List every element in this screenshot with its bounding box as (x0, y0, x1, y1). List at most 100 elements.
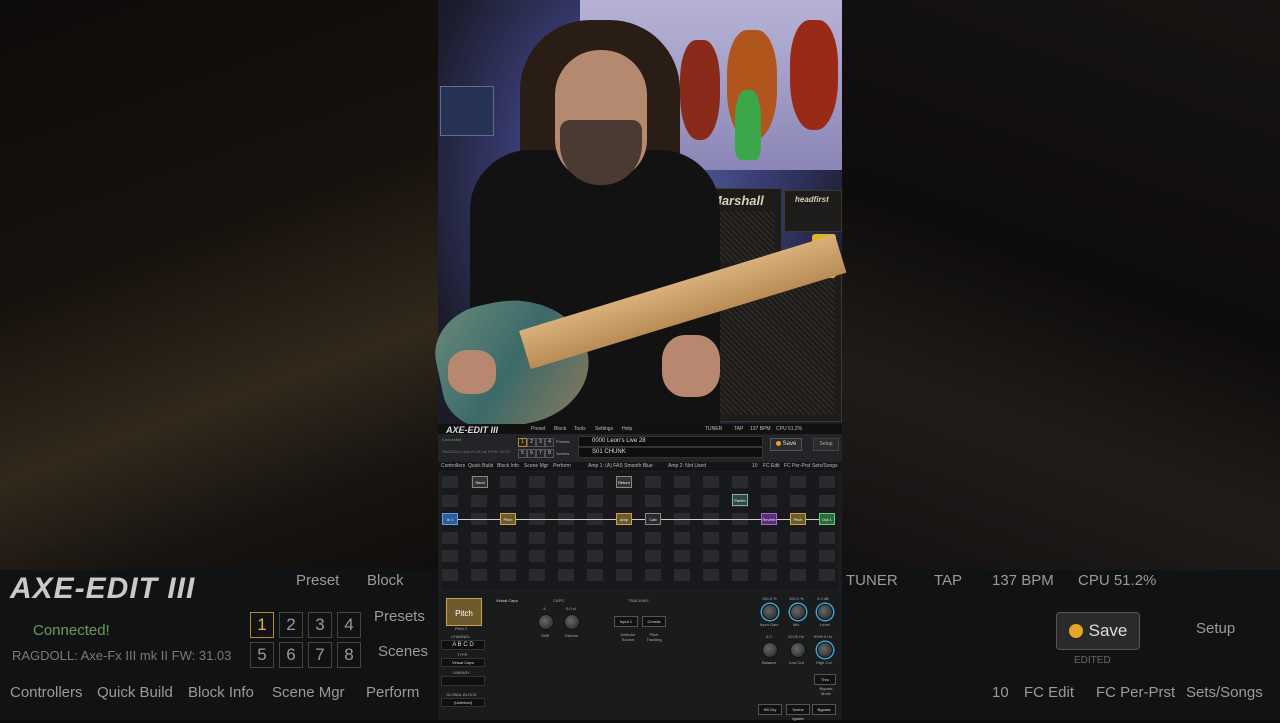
grid-slot[interactable] (529, 476, 545, 488)
grid-slot[interactable] (442, 568, 458, 581)
detector-source-select[interactable]: Input 1 (614, 616, 638, 627)
bypass-mode-select[interactable]: Thru (814, 674, 836, 685)
grid-slot[interactable] (500, 531, 516, 544)
grid-slot[interactable] (732, 550, 748, 562)
bypass-button[interactable]: Bypass (812, 704, 836, 715)
preset-slot-7[interactable]: 7 (536, 449, 545, 458)
preset-name-field[interactable]: 0000 Leon's Live 28 (578, 436, 763, 447)
grid-slot[interactable] (703, 568, 719, 581)
routing-grid[interactable]: In 1 Send Pitch Return Amp Cab Parllm Re… (442, 472, 838, 590)
grid-slot[interactable] (558, 550, 574, 562)
shift-knob[interactable] (538, 614, 554, 630)
block-cab[interactable]: Cab (645, 513, 661, 525)
grid-slot[interactable] (645, 550, 661, 562)
grid-slot[interactable] (790, 531, 806, 544)
grid-slot[interactable] (529, 568, 545, 581)
block-pitch[interactable]: Pitch (500, 513, 516, 525)
tab-block-info[interactable]: Block Info (497, 463, 519, 469)
right-tab-sets-songs[interactable]: Sets/Songs (812, 463, 838, 469)
grid-slot[interactable] (703, 550, 719, 562)
grid-slot[interactable] (645, 494, 661, 507)
menu-settings[interactable]: Settings (595, 426, 613, 432)
grid-slot[interactable] (790, 476, 806, 488)
global-value[interactable]: (Unlinked) (441, 698, 485, 707)
grid-slot[interactable] (674, 550, 690, 562)
grid-slot[interactable] (558, 531, 574, 544)
channel-selector[interactable]: A B C D (441, 640, 485, 650)
grid-slot[interactable] (819, 494, 835, 507)
save-button[interactable]: Save (770, 438, 802, 451)
grid-slot[interactable] (703, 476, 719, 488)
preset-slot-5[interactable]: 5 (518, 449, 527, 458)
detune-knob[interactable] (564, 614, 580, 630)
grid-slot[interactable] (587, 531, 603, 544)
grid-slot[interactable] (790, 494, 806, 507)
tab-quick-build[interactable]: Quick Build (468, 463, 493, 469)
grid-slot[interactable] (471, 568, 487, 581)
block-send[interactable]: Send (472, 476, 488, 488)
grid-slot[interactable] (761, 531, 777, 544)
grid-slot[interactable] (703, 494, 719, 507)
grid-slot[interactable] (790, 550, 806, 562)
grid-slot[interactable] (558, 494, 574, 507)
block-parallel[interactable]: Parllm (732, 494, 748, 506)
grid-slot[interactable] (558, 476, 574, 488)
grid-slot[interactable] (645, 531, 661, 544)
scene-ignore-button[interactable]: Scene Ignore (786, 704, 810, 721)
grid-slot[interactable] (500, 494, 516, 507)
status-tap[interactable]: TAP (734, 426, 743, 432)
grid-slot[interactable] (732, 568, 748, 581)
grid-slot[interactable] (587, 550, 603, 562)
grid-slot[interactable] (761, 476, 777, 488)
grid-slot[interactable] (442, 476, 458, 488)
status-tuner[interactable]: TUNER (705, 426, 722, 432)
presets-label[interactable]: Presets (556, 439, 570, 444)
grid-slot[interactable] (761, 550, 777, 562)
right-tab-fc-edit[interactable]: FC Edit (763, 463, 780, 469)
grid-slot[interactable] (500, 476, 516, 488)
grid-slot[interactable] (674, 494, 690, 507)
grid-slot[interactable] (442, 531, 458, 544)
pitch-tile[interactable]: Pitch (446, 598, 482, 626)
grid-slot[interactable] (645, 568, 661, 581)
grid-slot[interactable] (761, 494, 777, 507)
setup-button[interactable]: Setup (813, 438, 839, 451)
block-out1[interactable]: Out 1 (819, 513, 835, 525)
grid-slot[interactable] (761, 568, 777, 581)
grid-slot[interactable] (674, 476, 690, 488)
grid-slot[interactable] (558, 568, 574, 581)
grid-slot[interactable] (500, 550, 516, 562)
type-value[interactable]: Virtual Capo (441, 658, 485, 667)
grid-slot[interactable] (587, 494, 603, 507)
grid-slot[interactable] (529, 550, 545, 562)
grid-slot[interactable] (529, 494, 545, 507)
grid-slot[interactable] (442, 550, 458, 562)
preset-slot-3[interactable]: 3 (536, 438, 545, 447)
block-pitch-2[interactable]: Pitch (790, 513, 806, 525)
preset-slot-1[interactable]: 1 (518, 438, 527, 447)
grid-slot[interactable] (819, 476, 835, 488)
block-reverb[interactable]: Reverb (761, 513, 777, 525)
grid-slot[interactable] (645, 476, 661, 488)
grid-slot[interactable] (616, 494, 632, 507)
menu-block[interactable]: Block (554, 426, 566, 432)
grid-slot[interactable] (819, 550, 835, 562)
pitch-tracking-select[interactable]: Chords (642, 616, 666, 627)
grid-slot[interactable] (500, 568, 516, 581)
grid-slot[interactable] (587, 476, 603, 488)
preset-slot-2[interactable]: 2 (527, 438, 536, 447)
menu-tools[interactable]: Tools (574, 426, 586, 432)
low-cut-knob[interactable] (790, 642, 806, 658)
grid-slot[interactable] (674, 531, 690, 544)
grid-slot[interactable] (529, 531, 545, 544)
block-return[interactable]: Return (616, 476, 632, 488)
tab-scene-mgr[interactable]: Scene Mgr (524, 463, 548, 469)
grid-slot[interactable] (790, 568, 806, 581)
right-tab-10[interactable]: 10 (752, 463, 758, 469)
scenes-label[interactable]: Scenes (556, 451, 569, 456)
grid-slot[interactable] (703, 531, 719, 544)
tab-perform[interactable]: Perform (553, 463, 571, 469)
scene-name-field[interactable]: S01 CHUNK (578, 447, 763, 458)
input-gain-knob[interactable] (762, 604, 778, 620)
grid-slot[interactable] (819, 568, 835, 581)
